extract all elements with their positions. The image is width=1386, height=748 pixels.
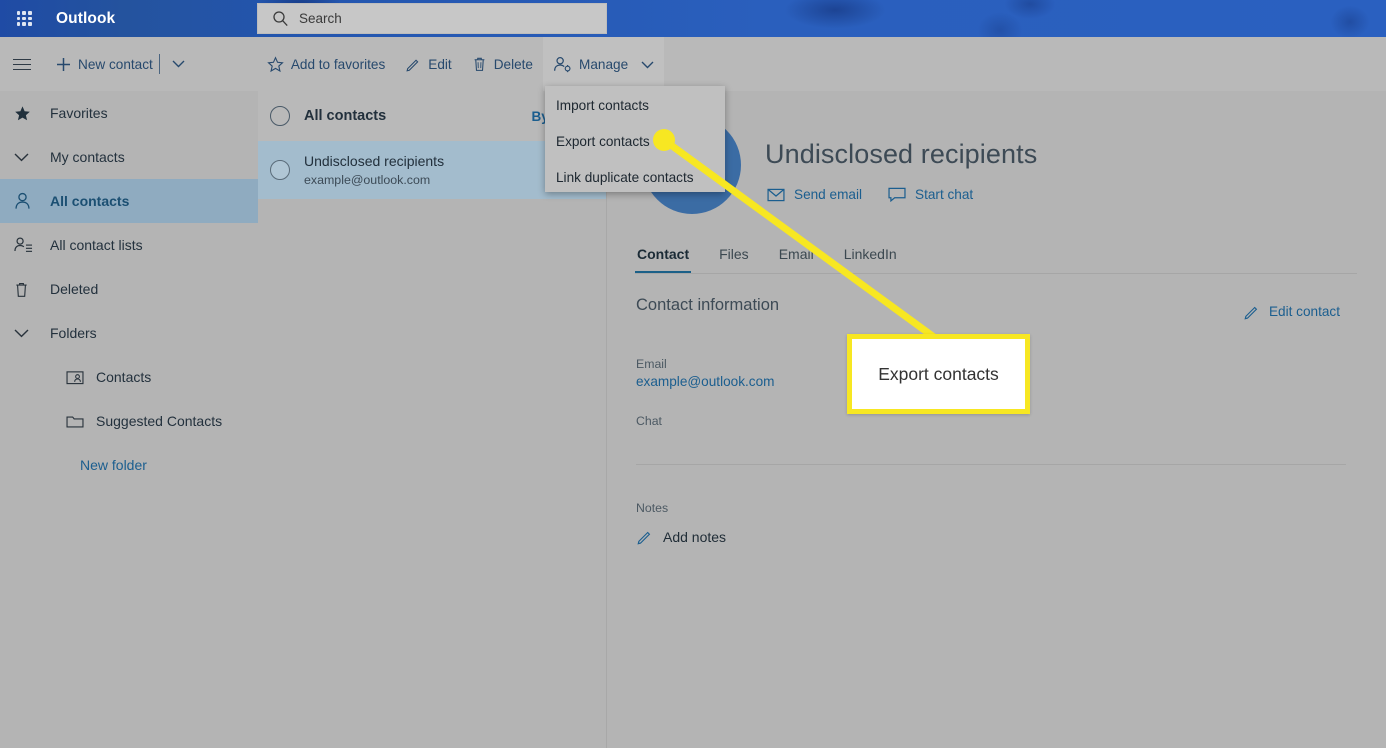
pencil-icon [1244,306,1258,320]
callout-label: Export contacts [878,363,999,384]
app-launcher-grid-icon [16,11,32,26]
app-launcher-button[interactable] [0,0,48,37]
brand-title[interactable]: Outlook [56,10,115,28]
menu-item-export-contacts[interactable]: Export contacts [545,123,725,159]
search-placeholder: Search [299,11,342,26]
tab-files[interactable]: Files [717,246,751,273]
add-notes-label: Add notes [663,528,727,545]
person-settings-icon [554,56,571,72]
field-email-value[interactable]: example@outlook.com [636,372,774,391]
edit-button[interactable]: Edit [395,37,461,91]
search-icon [272,10,289,27]
trash-icon [14,281,50,298]
contact-list-title: All contacts [304,108,387,124]
page-title: Undisclosed recipients [765,139,1038,169]
menu-item-link-duplicate-contacts[interactable]: Link duplicate contacts [545,159,725,195]
trash-icon [474,57,485,71]
field-notes: Notes [636,500,668,516]
sidebar-item-suggested-contacts[interactable]: Suggested Contacts [0,399,258,443]
field-notes-label: Notes [636,501,669,515]
add-to-favorites-button[interactable]: Add to favorites [257,37,395,91]
sidebar: Favorites My contacts All contacts All c… [0,91,258,748]
sidebar-label: Deleted [50,281,99,297]
pencil-icon [406,59,419,72]
sidebar-label: My contacts [50,149,125,165]
person-icon [14,192,50,210]
pencil-icon [637,531,651,545]
top-header-bar: Outlook Search [0,0,1386,37]
star-outline-icon [267,55,284,72]
search-box[interactable]: Search [257,3,607,34]
sidebar-label: Suggested Contacts [96,413,223,429]
envelope-icon [767,188,785,201]
sidebar-label: Favorites [50,105,108,121]
add-notes-button[interactable]: Add notes [636,528,726,545]
tab-contact[interactable]: Contact [635,246,692,273]
manage-dropdown-menu: Import contacts Export contacts Link dup… [545,86,725,192]
edit-label: Edit [428,56,452,72]
sidebar-label: All contact lists [50,237,143,253]
divider [636,464,1346,465]
sidebar-item-contacts-folder[interactable]: Contacts [0,355,258,399]
chat-bubble-icon [888,187,906,202]
new-contact-button[interactable]: New contact [44,37,157,91]
contact-actions: Send email Start chat [767,187,973,202]
manage-button[interactable]: Manage [543,37,665,91]
sidebar-item-deleted[interactable]: Deleted [0,267,258,311]
field-email: Email example@outlook.com [636,356,774,391]
delete-label: Delete [493,56,533,72]
new-contact-label: New contact [78,56,153,72]
sidebar-item-folders[interactable]: Folders [0,311,258,355]
delete-button[interactable]: Delete [462,37,543,91]
contact-email: example@outlook.com [304,172,431,187]
chevron-down-icon [14,153,50,162]
command-bar: New contact Add to favorites Edit Delete… [0,37,1386,91]
folder-icon [66,414,96,429]
send-email-label: Send email [794,187,863,202]
chevron-down-icon [14,329,50,338]
new-contact-chevron-down-icon[interactable] [162,37,195,91]
sidebar-label: All contacts [50,193,130,209]
contact-select-radio[interactable] [270,160,290,180]
start-chat-label: Start chat [915,187,974,202]
edit-contact-button[interactable]: Edit contact [1243,303,1340,320]
command-divider [158,54,160,74]
manage-label: Manage [579,56,629,72]
sidebar-item-new-folder[interactable]: New folder [0,443,258,487]
contact-name: Undisclosed recipients [304,152,445,169]
send-email-button[interactable]: Send email [767,187,862,202]
callout-box: Export contacts [847,334,1030,414]
detail-tabs: Contact Files Email LinkedIn [635,246,1357,274]
contact-card-icon [66,370,96,385]
hamburger-menu-icon[interactable] [0,37,44,91]
sidebar-label: Folders [50,325,97,341]
edit-contact-label: Edit contact [1268,304,1340,319]
field-chat-label: Chat [636,414,662,428]
section-title: Contact information [636,296,780,314]
menu-item-import-contacts[interactable]: Import contacts [545,87,725,123]
sidebar-item-all-contacts[interactable]: All contacts [0,179,258,223]
sidebar-item-favorites[interactable]: Favorites [0,91,258,135]
sidebar-label: New folder [80,457,147,473]
plus-icon [57,57,70,71]
manage-chevron-down-icon [641,57,654,72]
start-chat-button[interactable]: Start chat [888,187,973,202]
outlook-people-app: Outlook Search New contact Add to favori… [0,0,1386,748]
select-all-radio[interactable] [270,106,290,126]
sidebar-item-my-contacts[interactable]: My contacts [0,135,258,179]
sidebar-item-all-contact-lists[interactable]: All contact lists [0,223,258,267]
add-to-favorites-label: Add to favorites [290,56,386,72]
tab-email[interactable]: Email [777,246,816,273]
field-chat: Chat [636,413,662,429]
sidebar-label: Contacts [96,369,152,385]
people-list-icon [14,236,50,254]
field-email-label: Email [636,357,667,371]
tab-linkedin[interactable]: LinkedIn [842,246,899,273]
star-filled-icon [14,105,50,122]
